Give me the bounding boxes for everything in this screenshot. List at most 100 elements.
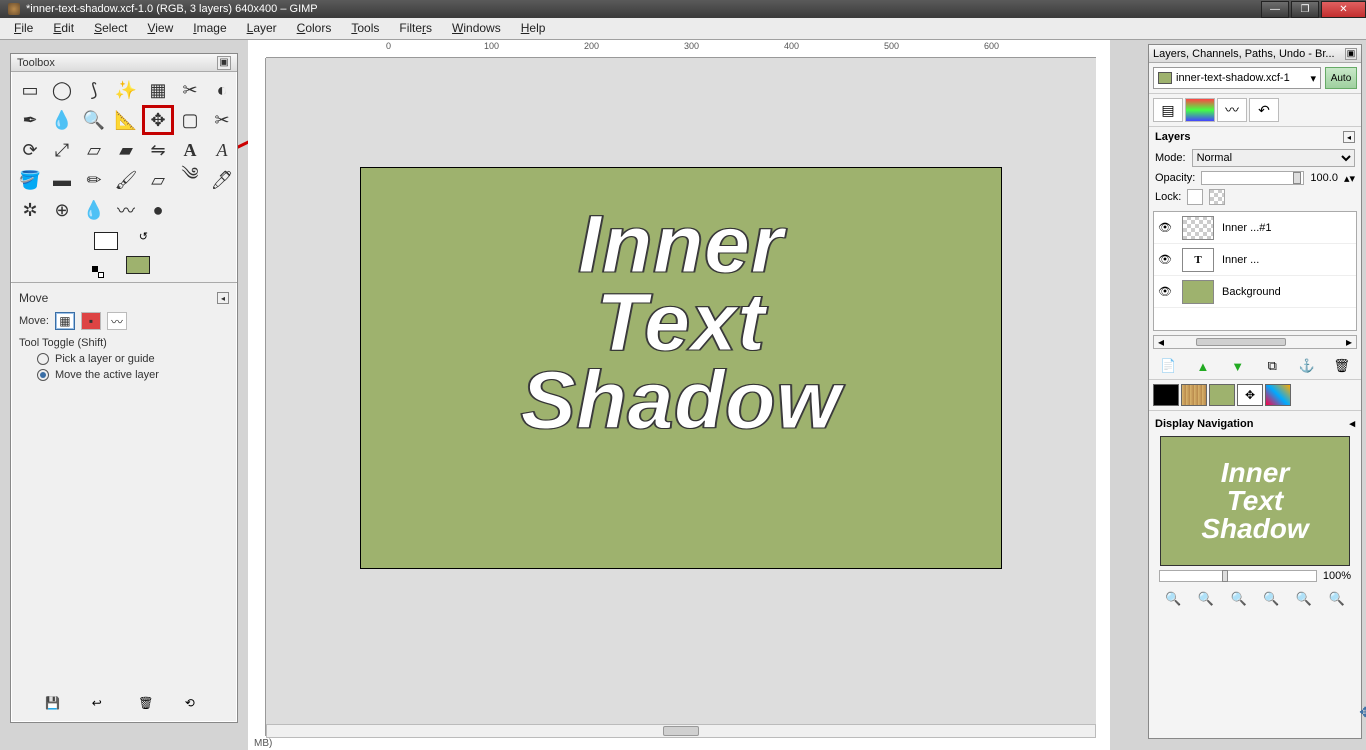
menu-tools[interactable]: Tools [341,18,389,39]
menu-layer[interactable]: Layer [237,18,287,39]
layers-menu[interactable]: ◂ [1343,131,1355,143]
bg-color[interactable] [126,256,150,274]
pencil-tool[interactable]: ✏ [79,166,109,194]
resize-grip-icon[interactable]: ✥ [1359,704,1366,721]
mode-select[interactable]: Normal [1192,149,1355,167]
zoom-1-1-button[interactable]: 🔍 [1295,590,1313,608]
menu-file[interactable]: File [4,18,43,39]
zoom-out-button[interactable]: 🔍 [1164,590,1182,608]
move-tool[interactable]: ✥ [143,106,173,134]
maximize-button[interactable]: ❐ [1291,1,1319,18]
shear-tool[interactable]: ▱ [79,136,109,164]
rect-select-tool[interactable]: ▭ [15,76,45,104]
menu-windows[interactable]: Windows [442,18,511,39]
radio-pick-layer[interactable] [37,353,49,365]
pattern-swatch[interactable] [1181,384,1207,406]
lock-pixels[interactable] [1187,189,1203,205]
flip-tool[interactable]: ⇋ [143,136,173,164]
new-layer-button[interactable]: 📄 [1158,357,1178,375]
lock-alpha[interactable] [1209,189,1225,205]
perspective-tool[interactable]: ▰ [111,136,141,164]
dodge-tool[interactable]: ● [143,196,173,224]
gradient-swatch[interactable] [1209,384,1235,406]
eye-icon[interactable]: 👁 [1158,285,1174,298]
align-tool[interactable]: ▢ [175,106,205,134]
tab-channels[interactable] [1185,98,1215,122]
move-selection-icon[interactable]: ▪ [81,312,101,330]
blur-tool[interactable]: 💧 [79,196,109,224]
restore-options-icon[interactable]: ↩ [92,696,110,714]
ink-tool[interactable]: 🖊 [207,166,237,194]
menu-image[interactable]: Image [183,18,236,39]
fg-color[interactable] [94,232,118,250]
delete-layer-button[interactable]: 🗑 [1332,357,1352,375]
cage-tool[interactable]: A [207,136,237,164]
tab-layers[interactable]: ▤ [1153,98,1183,122]
minimize-button[interactable]: — [1261,1,1289,18]
canvas-view[interactable]: Inner Text Shadow [266,58,1096,724]
menu-edit[interactable]: Edit [43,18,84,39]
ellipse-select-tool[interactable]: ◯ [47,76,77,104]
opacity-slider[interactable] [1201,171,1304,185]
fuzzy-select-tool[interactable]: ✨ [111,76,141,104]
blend-tool[interactable]: ▬ [47,166,77,194]
color-select-tool[interactable]: ▦ [143,76,173,104]
canvas[interactable]: Inner Text Shadow [361,168,1001,568]
duplicate-layer-button[interactable]: ⧉ [1262,357,1282,375]
default-colors-icon[interactable] [92,266,104,278]
toolbox-close-button[interactable]: ▣ [217,56,231,70]
heal-tool[interactable]: ⊕ [47,196,77,224]
tool-options-menu[interactable]: ◂ [217,292,229,304]
image-selector[interactable]: inner-text-shadow.xcf-1 ▾ [1153,67,1321,89]
layer-row[interactable]: 👁 T Inner ... [1154,244,1356,276]
zoom-fill-button[interactable]: 🔍 [1262,590,1280,608]
anchor-layer-button[interactable]: ⚓ [1297,357,1317,375]
raise-layer-button[interactable]: ▲ [1193,357,1213,375]
eraser-tool[interactable]: ▱ [143,166,173,194]
zoom-slider[interactable] [1159,570,1317,582]
eye-icon[interactable]: 👁 [1158,221,1174,234]
shrink-wrap-button[interactable]: 🔍 [1328,590,1346,608]
free-select-tool[interactable]: ⟆ [79,76,109,104]
menu-view[interactable]: View [137,18,183,39]
menu-select[interactable]: Select [84,18,137,39]
paths-tool[interactable]: ✒ [15,106,45,134]
dock-close-button[interactable]: ▣ [1345,48,1357,60]
palette-swatch[interactable] [1265,384,1291,406]
measure-tool[interactable]: 📐 [111,106,141,134]
zoom-fit-button[interactable]: 🔍 [1230,590,1248,608]
paintbrush-tool[interactable]: 🖌 [111,166,141,194]
layer-row[interactable]: 👁 Inner ...#1 [1154,212,1356,244]
swap-colors-icon[interactable]: ↺ [139,230,148,243]
color-swatch[interactable]: ↺ [94,232,154,276]
reset-options-icon[interactable]: ⟲ [185,696,203,714]
scissors-tool[interactable]: ✂ [175,76,205,104]
nav-menu[interactable]: ◂ [1349,417,1355,430]
nav-view[interactable]: Inner Text Shadow [1160,436,1350,566]
bucket-fill-tool[interactable]: 🪣 [15,166,45,194]
tab-paths[interactable]: 〰 [1217,98,1247,122]
radio-move-active[interactable] [37,369,49,381]
menu-colors[interactable]: Colors [287,18,342,39]
menu-help[interactable]: Help [511,18,556,39]
clone-tool[interactable]: ✲ [15,196,45,224]
layers-scroll[interactable]: ◂▸ [1153,335,1357,349]
scrollbar-horizontal[interactable] [266,724,1096,738]
scale-tool[interactable]: ⤢ [47,136,77,164]
opacity-spinner[interactable]: ▴▾ [1344,172,1355,185]
move-swatch[interactable]: ✥ [1237,384,1263,406]
delete-options-icon[interactable]: 🗑 [138,696,156,714]
smudge-tool[interactable]: 〰 [111,196,141,224]
save-options-icon[interactable]: 💾 [45,696,63,714]
close-button[interactable]: ✕ [1321,1,1366,18]
auto-button[interactable]: Auto [1325,67,1357,89]
foreground-select-tool[interactable]: ◐ [207,76,237,104]
eye-icon[interactable]: 👁 [1158,253,1174,266]
move-path-icon[interactable]: 〰 [107,312,127,330]
airbrush-tool[interactable]: ༄ [175,166,205,194]
rotate-tool[interactable]: ⟳ [15,136,45,164]
zoom-in-button[interactable]: 🔍 [1197,590,1215,608]
lower-layer-button[interactable]: ▼ [1228,357,1248,375]
tab-undo[interactable]: ↶ [1249,98,1279,122]
layer-row[interactable]: 👁 Background [1154,276,1356,308]
